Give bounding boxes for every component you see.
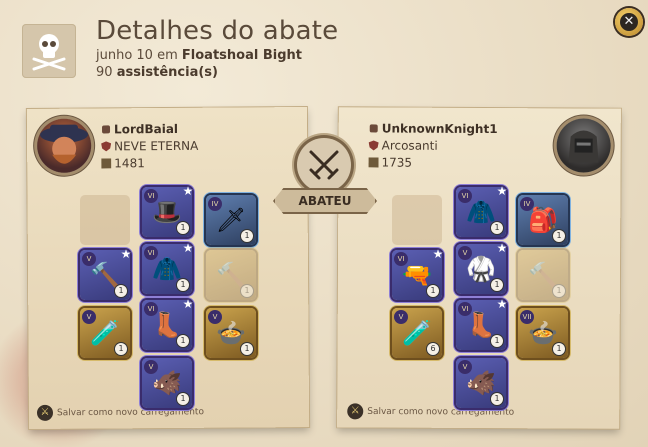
kill-location: Floatshoal Bight — [181, 48, 302, 63]
enchant-star-icon: ★ — [182, 184, 194, 198]
tier-badge: V — [458, 360, 472, 374]
item-power-icon — [101, 158, 112, 169]
tier-badge: VII — [520, 310, 534, 324]
enchant-star-icon: ★ — [182, 297, 194, 311]
item-quantity: 1 — [553, 285, 565, 297]
item-quantity: 1 — [177, 335, 189, 347]
victim-item-power: 1735 — [368, 155, 412, 170]
killer-slot-head[interactable]: 🎩 VI ★ 1 — [142, 184, 194, 237]
killed-label: ABATEU — [298, 194, 352, 208]
item-quantity: 1 — [491, 393, 503, 405]
killer-slot-food[interactable]: 🍲 V 1 — [206, 308, 256, 358]
skull-crossbones-icon — [22, 24, 76, 78]
killer-slot-bag[interactable] — [80, 195, 130, 245]
item-quantity: 6 — [427, 343, 439, 355]
item-quantity: 1 — [177, 222, 189, 234]
shield-icon — [101, 141, 112, 152]
close-button[interactable]: ✕ — [615, 8, 643, 36]
item-quantity: 1 — [177, 279, 189, 291]
item-quantity: 1 — [241, 285, 253, 297]
tier-badge: V — [82, 252, 96, 266]
victim-slot-armor[interactable]: 🥋 V ★ 1 — [456, 241, 508, 294]
killer-name: LordBaial — [101, 122, 178, 137]
killer-slot-potion[interactable]: 🧪 V 1 — [80, 308, 130, 358]
item-quantity: 1 — [241, 343, 253, 355]
enchant-star-icon: ★ — [496, 297, 508, 311]
victim-slot-head[interactable]: 🧥 VI ★ 1 — [456, 184, 508, 237]
killer-slot-armor[interactable]: 🧥 VI ★ 1 — [142, 241, 194, 294]
save-loadout-icon: ⚔ — [347, 403, 364, 420]
helmet-icon — [369, 124, 378, 133]
tier-badge: IV — [520, 197, 534, 211]
enchant-star-icon: ★ — [120, 247, 132, 261]
item-quantity: 1 — [553, 343, 565, 355]
page-title: Detalhes do abate — [96, 16, 339, 46]
item-quantity: 1 — [115, 285, 127, 297]
close-icon: ✕ — [620, 13, 638, 31]
victim-slot-potion[interactable]: 🧪 V 6 — [392, 308, 442, 358]
killer-slot-offhand[interactable]: 🔨 1 — [206, 250, 256, 300]
victim-slot-mount[interactable]: 🐗 V 1 — [456, 358, 506, 408]
assists-label: assistência(s) — [116, 65, 218, 80]
tier-badge: VI — [144, 302, 158, 316]
tier-badge: V — [144, 360, 158, 374]
crossed-swords-icon — [297, 138, 351, 192]
victim-slot-food[interactable]: 🍲 VII 1 — [518, 308, 568, 358]
victim-guild: Arcosanti — [368, 138, 438, 153]
killer-slot-cape[interactable]: 🗡 IV 1 — [206, 195, 256, 245]
tier-badge: V — [208, 310, 222, 324]
enchant-star-icon: ★ — [182, 241, 194, 255]
item-power-icon — [368, 157, 379, 168]
tier-badge: V — [458, 246, 472, 260]
tier-badge: VI — [394, 252, 408, 266]
victim-name: UnknownKnight1 — [369, 121, 498, 136]
shield-icon — [368, 140, 379, 151]
item-quantity: 1 — [491, 279, 503, 291]
tier-badge: V — [82, 310, 96, 324]
tier-badge: VI — [144, 189, 158, 203]
item-quantity: 1 — [115, 343, 127, 355]
save-loadout-icon: ⚔ — [36, 404, 54, 421]
killer-slot-mount[interactable]: 🐗 V 1 — [142, 358, 192, 408]
killer-slot-mainhand[interactable]: 🔨 V ★ 1 — [80, 247, 132, 300]
enchant-star-icon: ★ — [496, 184, 508, 198]
item-quantity: 1 — [241, 230, 253, 242]
assists-line: 90 assistência(s) — [96, 65, 218, 80]
killer-item-power: 1481 — [101, 156, 145, 170]
tier-badge: IV — [208, 197, 222, 211]
item-quantity: 1 — [177, 393, 189, 405]
item-quantity: 1 — [427, 285, 439, 297]
helmet-icon — [102, 125, 111, 134]
tier-badge: V — [394, 310, 408, 324]
victim-slot-bag[interactable] — [392, 195, 442, 245]
victim-avatar[interactable] — [556, 118, 611, 173]
victim-slot-shoes[interactable]: 👢 VI ★ 1 — [456, 297, 508, 350]
tier-badge: VI — [144, 246, 158, 260]
item-quantity: 1 — [491, 335, 503, 347]
killer-guild: NEVE ETERNA — [101, 139, 198, 154]
enchant-star-icon: ★ — [432, 247, 444, 261]
tier-badge: VI — [458, 189, 472, 203]
enchant-star-icon: ★ — [496, 241, 508, 255]
kill-date-location: junho 10 em Floatshoal Bight — [96, 48, 302, 63]
kill-date: junho 10 em — [96, 48, 178, 63]
item-quantity: 1 — [553, 230, 565, 242]
item-quantity: 1 — [491, 222, 503, 234]
victim-slot-cape[interactable]: 🎒 IV 1 — [518, 195, 568, 245]
victim-slot-mainhand[interactable]: 🔫 VI ★ 1 — [392, 247, 444, 300]
assists-count: 90 — [96, 65, 113, 80]
tier-badge: VI — [458, 302, 472, 316]
killer-avatar[interactable] — [36, 118, 92, 173]
victim-slot-offhand[interactable]: 🔨 1 — [518, 250, 568, 300]
killer-slot-shoes[interactable]: 👢 VI ★ 1 — [142, 297, 194, 350]
killed-ribbon: ABATEU — [273, 188, 377, 214]
